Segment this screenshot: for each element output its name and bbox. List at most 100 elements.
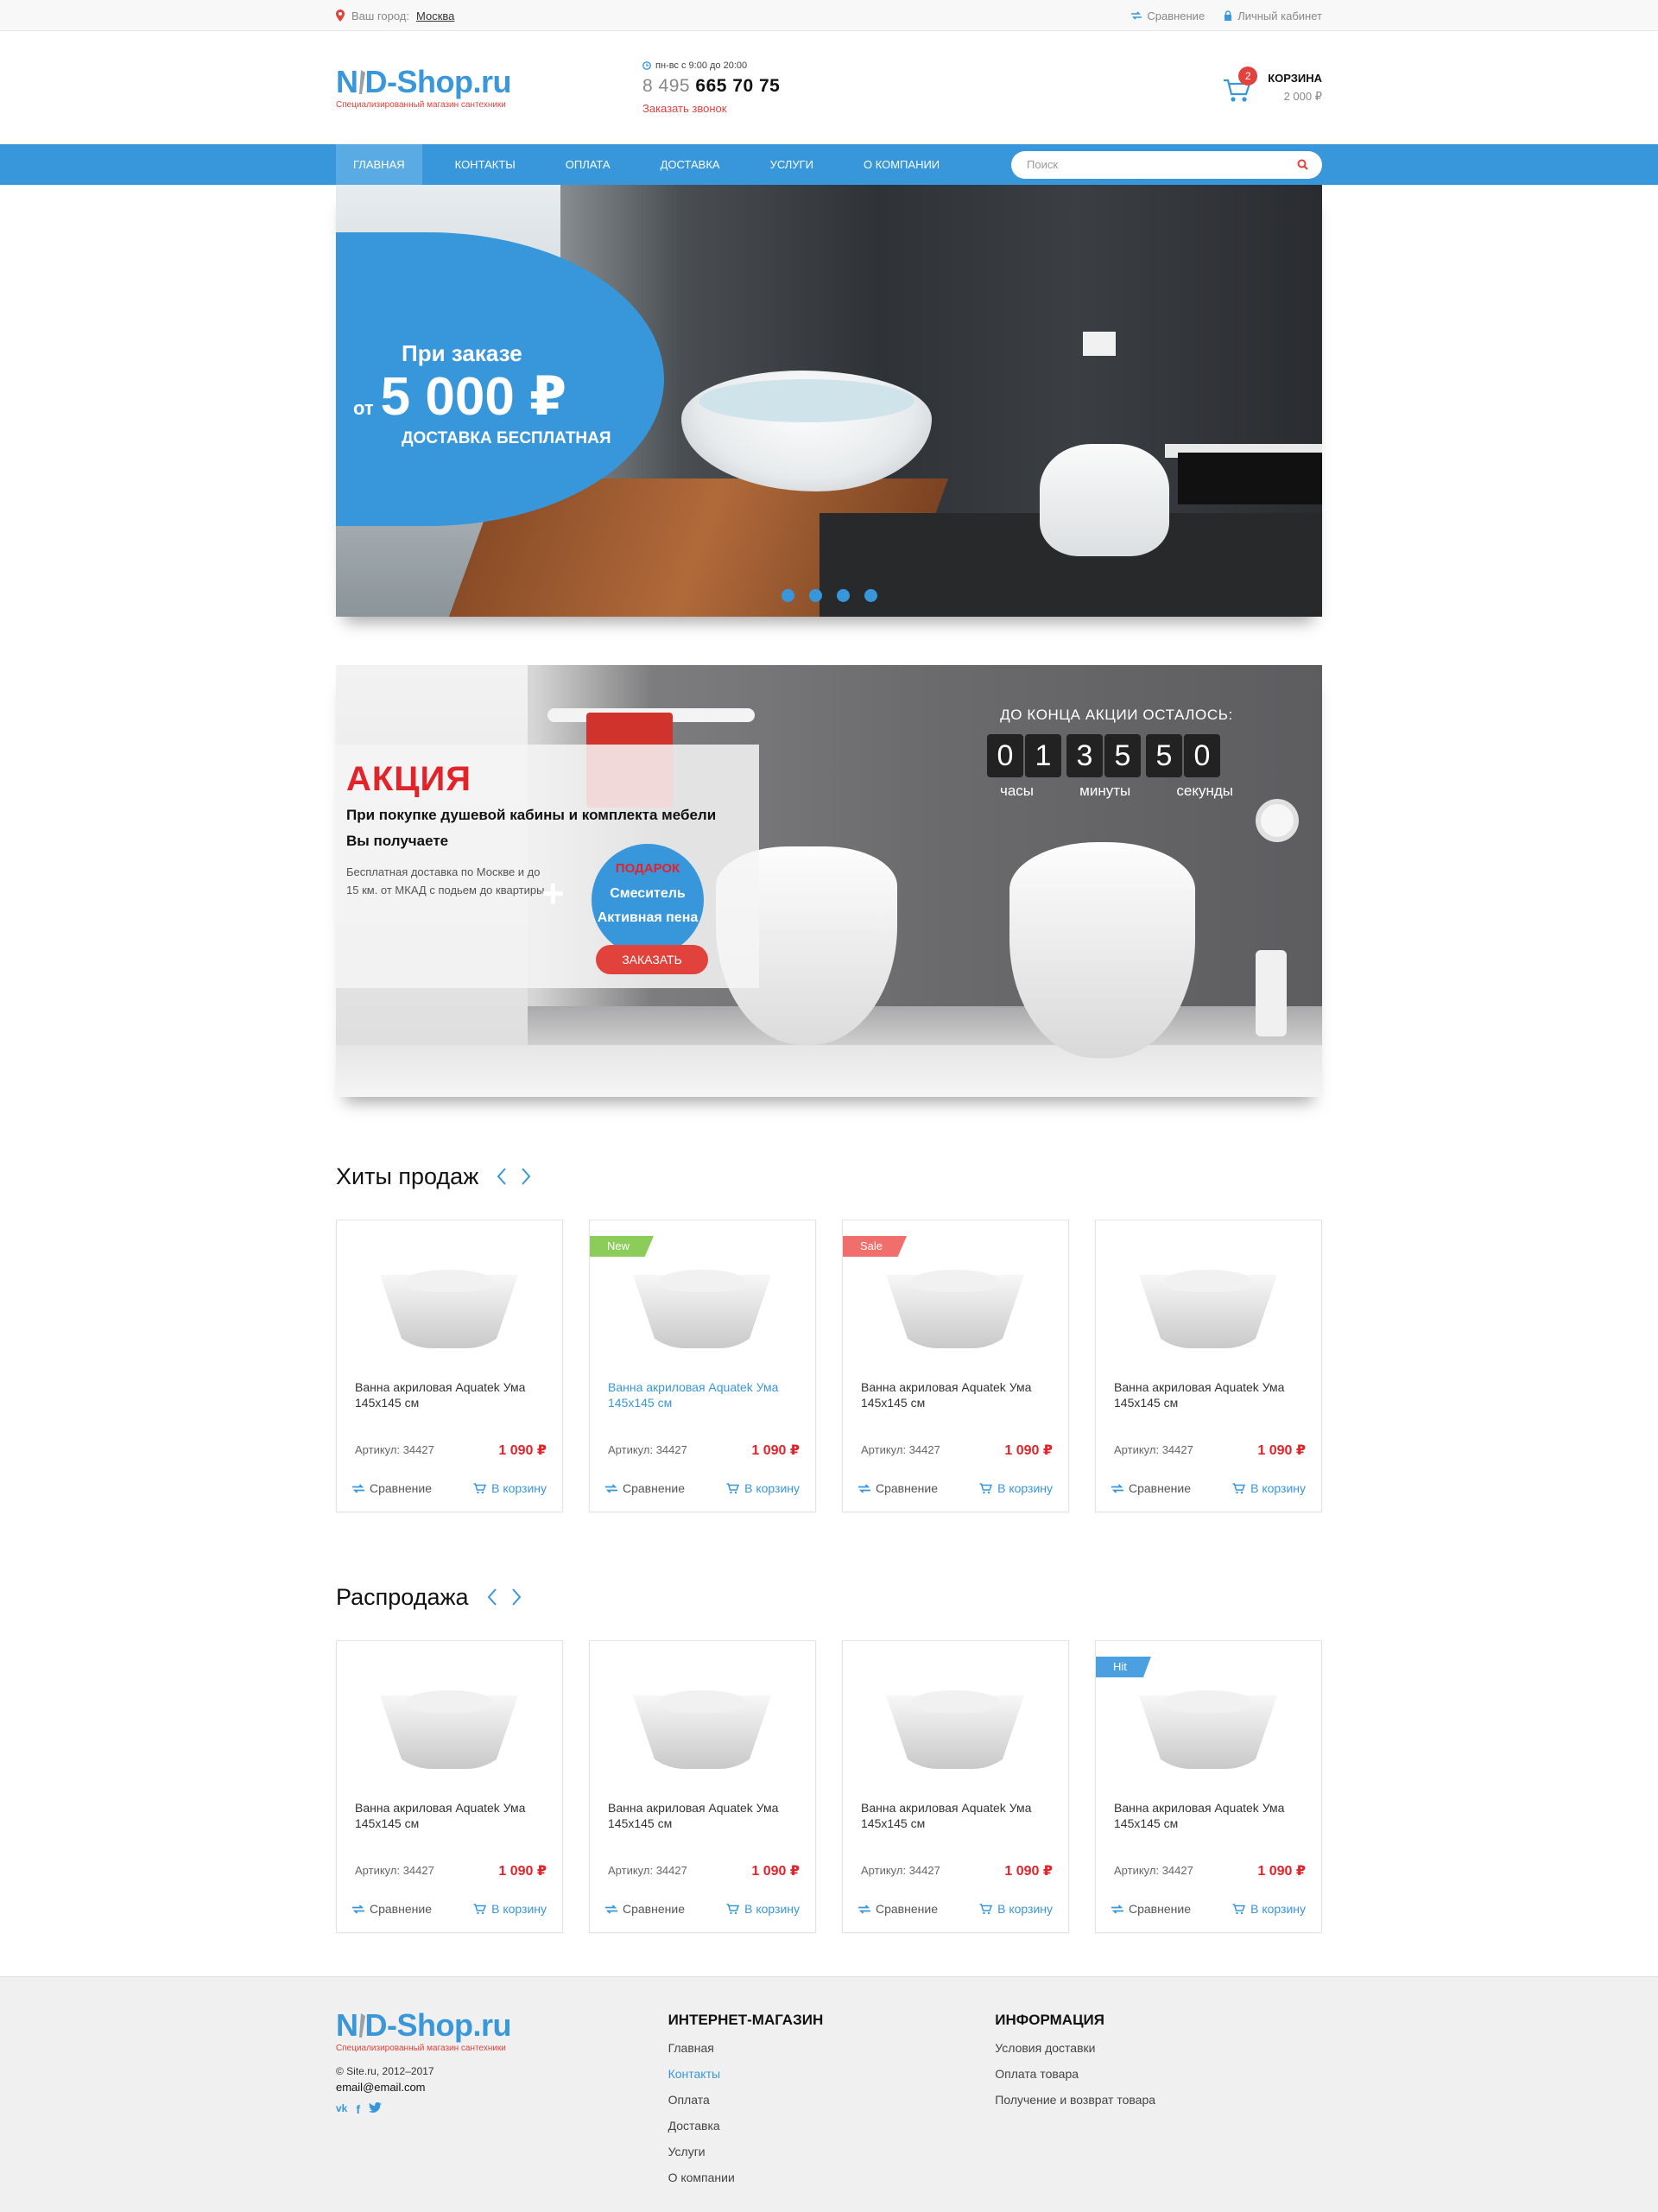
slider-dot[interactable] [837,589,850,602]
product-name[interactable]: Ванна акриловая Aquatek Ума 145х145 см [608,1379,802,1410]
compare-button[interactable]: Сравнение [1111,1902,1191,1916]
product-card[interactable]: Sale Ванна акриловая Aquatek Ума 145х145 … [842,1220,1069,1512]
order-button[interactable]: Заказать [596,945,708,974]
footer-link[interactable]: Контакты [668,2067,996,2081]
product-name[interactable]: Ванна акриловая Aquatek Ума 145х145 см [861,1379,1055,1410]
add-to-cart-button[interactable]: В корзину [1232,1481,1306,1495]
product-card[interactable]: Ванна акриловая Aquatek Ума 145х145 см Ар… [1095,1220,1322,1512]
copyright: © Site.ru, 2012–2017 [336,2065,434,2077]
product-image[interactable] [633,1680,771,1771]
footer-link[interactable]: Главная [668,2041,996,2055]
add-to-cart-button[interactable]: В корзину [1232,1902,1306,1916]
vk-icon[interactable]: vk [336,2102,347,2116]
product-card[interactable]: Ванна акриловая Aquatek Ума 145х145 см Ар… [336,1220,563,1512]
product-image[interactable] [886,1259,1024,1350]
product-price: 1 090 ₽ [1257,1864,1306,1879]
add-to-cart-button[interactable]: В корзину [726,1481,800,1495]
nav-item-services[interactable]: Услуги [753,144,831,185]
product-image[interactable] [1139,1259,1277,1350]
nav-item-about[interactable]: О компании [846,144,957,185]
product-name[interactable]: Ванна акриловая Aquatek Ума 145х145 см [355,1379,549,1410]
search-input[interactable] [1027,158,1297,171]
slider-dot[interactable] [864,589,877,602]
product-image[interactable] [1139,1680,1277,1771]
logo-tagline: Специализированный магазин сантехники [336,2044,506,2053]
product-price: 1 090 ₽ [751,1443,800,1458]
footer-link[interactable]: Услуги [668,2145,996,2158]
add-to-cart-button[interactable]: В корзину [473,1481,547,1495]
cart-icon[interactable]: 2 [1223,67,1258,103]
product-image[interactable] [886,1680,1024,1771]
account-link[interactable]: Личный кабинет [1224,10,1322,22]
header-cart[interactable]: 2 КОРЗИНА 2 000 ₽ [1223,67,1322,104]
timer-digit: 0 [987,734,1023,777]
clock-icon [642,61,651,70]
add-to-cart-button[interactable]: В корзину [473,1902,547,1916]
facebook-icon[interactable]: f [356,2102,360,2116]
compare-label: Сравнение [623,1481,685,1495]
hits-list: Ванна акриловая Aquatek Ума 145х145 см Ар… [336,1220,1322,1512]
product-card[interactable]: Hit Ванна акриловая Aquatek Ума 145х145 с… [1095,1640,1322,1933]
arrow-left-icon[interactable] [486,1588,498,1607]
search-icon[interactable] [1297,159,1308,170]
timer-hours: 0 1 [987,734,1061,777]
product-name[interactable]: Ванна акриловая Aquatek Ума 145х145 см [1114,1379,1308,1410]
footer-link[interactable]: Условия доставки [995,2041,1322,2055]
nav-item-delivery[interactable]: Доставка [643,144,737,185]
add-to-cart-button[interactable]: В корзину [979,1481,1053,1495]
arrow-left-icon[interactable] [496,1167,508,1186]
product-name[interactable]: Ванна акриловая Aquatek Ума 145х145 см [861,1800,1055,1831]
phone-code: 8 495 [642,76,691,96]
footer-link[interactable]: Получение и возврат товара [995,2093,1322,2107]
timer-label-hours: часы [1000,783,1035,799]
add-to-cart-button[interactable]: В корзину [726,1902,800,1916]
arrow-right-icon[interactable] [510,1588,522,1607]
promo-subtitle-1: При покупке душевой кабины и комплекта м… [346,807,717,823]
compare-button[interactable]: Сравнение [352,1481,432,1495]
footer-logo[interactable]: N D-Shop.ru Специализированный магазин са… [336,2010,642,2054]
product-image[interactable] [380,1680,518,1771]
product-card[interactable]: Ванна акриловая Aquatek Ума 145х145 см Ар… [842,1640,1069,1933]
arrow-right-icon[interactable] [520,1167,532,1186]
product-card[interactable]: New Ванна акриловая Aquatek Ума 145х145 с… [589,1220,816,1512]
phone[interactable]: 8 495 665 70 75 [642,76,1223,97]
compare-button[interactable]: Сравнение [858,1481,938,1495]
compare-link[interactable]: Сравнение [1131,10,1205,22]
compare-button[interactable]: Сравнение [352,1902,432,1916]
logo[interactable]: N D-Shop.ru Специализированный магазин са… [336,66,642,110]
promo-title: АКЦИЯ [346,760,472,798]
product-card[interactable]: Ванна акриловая Aquatek Ума 145х145 см Ар… [336,1640,563,1933]
city-link[interactable]: Москва [416,10,454,22]
product-name[interactable]: Ванна акриловая Aquatek Ума 145х145 см [1114,1800,1308,1831]
compare-label: Сравнение [370,1902,432,1916]
footer-link[interactable]: Оплата [668,2093,996,2107]
twitter-icon[interactable] [369,2102,383,2114]
add-to-cart-button[interactable]: В корзину [979,1902,1053,1916]
compare-button[interactable]: Сравнение [605,1902,685,1916]
product-name[interactable]: Ванна акриловая Aquatek Ума 145х145 см [608,1800,802,1831]
footer-link[interactable]: Оплата товара [995,2067,1322,2081]
product-name[interactable]: Ванна акриловая Aquatek Ума 145х145 см [355,1800,549,1831]
product-card[interactable]: Ванна акриловая Aquatek Ума 145х145 см Ар… [589,1640,816,1933]
slider-dot[interactable] [782,589,794,602]
to-cart-label: В корзину [997,1481,1053,1495]
compare-button[interactable]: Сравнение [1111,1481,1191,1495]
footer-link[interactable]: О компании [668,2171,996,2184]
nav-item-contacts[interactable]: Контакты [438,144,533,185]
promo-description: Бесплатная доставка по Москве и до 15 км… [346,865,545,897]
nav-item-payment[interactable]: Оплата [548,144,628,185]
footer-link[interactable]: Доставка [668,2119,996,2133]
product-image[interactable] [633,1259,771,1350]
compare-button[interactable]: Сравнение [858,1902,938,1916]
nav-item-home[interactable]: Главная [336,144,422,185]
footer-email[interactable]: email@email.com [336,2081,668,2094]
compare-button[interactable]: Сравнение [605,1481,685,1495]
slider-dot[interactable] [809,589,822,602]
cart-icon [979,1482,993,1493]
product-badge: Sale [843,1236,908,1257]
product-article: Артикул: 34427 [355,1864,434,1877]
product-image[interactable] [380,1259,518,1350]
footer-col-title: ИНФОРМАЦИЯ [995,2012,1104,2028]
compare-label: Сравнение [1147,9,1206,22]
callback-link[interactable]: Заказать звонок [642,102,1223,115]
